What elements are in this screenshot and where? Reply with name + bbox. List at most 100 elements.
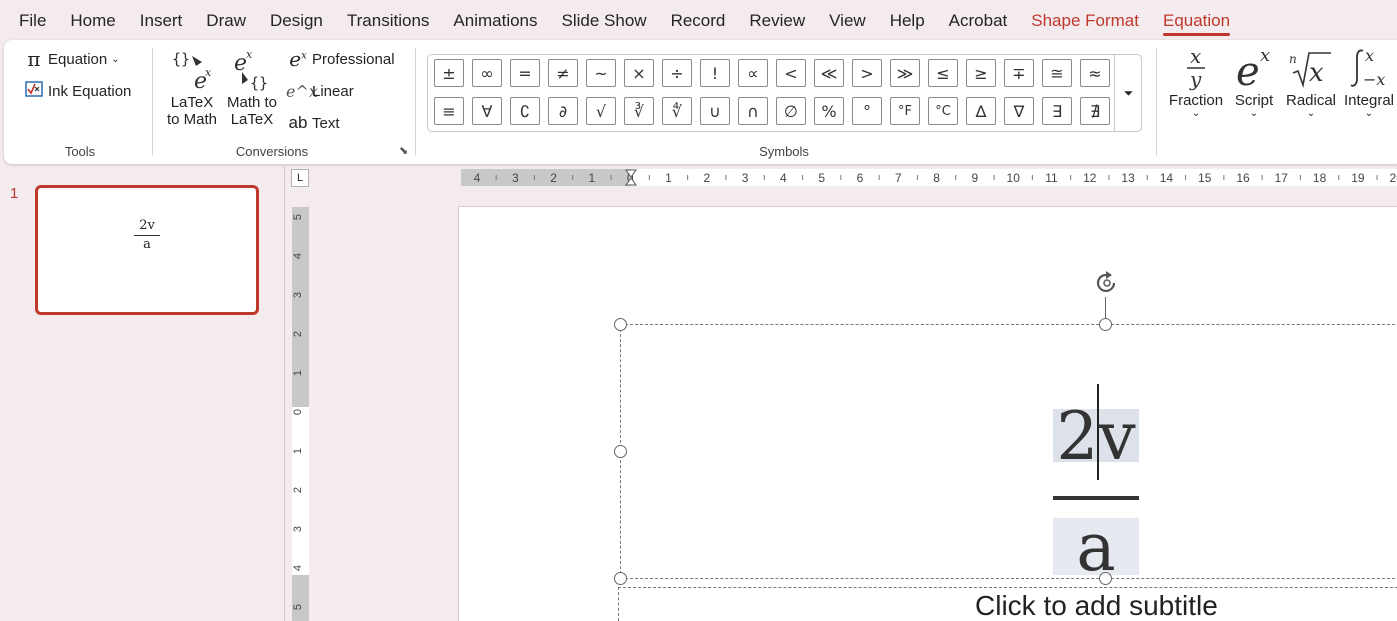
slide-thumbnail[interactable]: 2v a <box>35 185 259 315</box>
ink-equation-icon <box>22 79 46 103</box>
linear-button[interactable]: e^x Linear <box>286 78 354 104</box>
tab-shape-format[interactable]: Shape Format <box>1019 0 1151 42</box>
radical-label: Radical <box>1285 92 1337 109</box>
symbol-button[interactable]: ∩ <box>738 97 768 125</box>
math-to-latex-icon: e x {} <box>232 46 272 94</box>
fraction-button[interactable]: x y Fraction ⌄ <box>1166 44 1226 119</box>
symbol-button[interactable]: ~ <box>586 59 616 87</box>
group-divider <box>415 48 416 156</box>
symbol-button[interactable]: ∆ <box>966 97 996 125</box>
tab-acrobat[interactable]: Acrobat <box>937 0 1020 42</box>
symbol-button[interactable]: ∇ <box>1004 97 1034 125</box>
symbol-button[interactable]: ! <box>700 59 730 87</box>
symbol-button[interactable]: ÷ <box>662 59 692 87</box>
radical-icon: n x <box>1289 44 1333 92</box>
symbol-button[interactable]: ∄ <box>1080 97 1110 125</box>
symbol-button[interactable]: °F <box>890 97 920 125</box>
linear-icon: e^x <box>286 81 318 101</box>
tab-animations[interactable]: Animations <box>441 0 549 42</box>
subtitle-placeholder-text[interactable]: Click to add subtitle <box>975 590 1218 621</box>
vertical-ruler[interactable]: 5 4 3 2 1 0 1 2 3 4 5 <box>292 207 309 621</box>
ruler-label: 3 <box>512 171 519 185</box>
symbol-button[interactable]: × <box>624 59 654 87</box>
symbol-button[interactable]: % <box>814 97 844 125</box>
tab-help[interactable]: Help <box>878 0 937 42</box>
tab-view[interactable]: View <box>817 0 878 42</box>
resize-handle-top-left[interactable] <box>614 318 627 331</box>
symbol-button[interactable]: ≪ <box>814 59 844 87</box>
tab-equation[interactable]: Equation <box>1151 0 1242 42</box>
tab-record[interactable]: Record <box>659 0 738 42</box>
symbol-button[interactable]: ∁ <box>510 97 540 125</box>
horizontal-ruler-scale: 432101234567891011121314151617181920 <box>461 169 1397 186</box>
symbol-button[interactable]: ≅ <box>1042 59 1072 87</box>
symbol-button[interactable]: ≫ <box>890 59 920 87</box>
symbol-button[interactable]: ∞ <box>472 59 502 87</box>
equation-numerator[interactable]: 2v <box>1053 397 1139 477</box>
symbol-button[interactable]: °C <box>928 97 958 125</box>
symbol-button[interactable]: ∝ <box>738 59 768 87</box>
symbol-button[interactable]: = <box>510 59 540 87</box>
math-to-latex-button[interactable]: e x {} Math to LaTeX <box>224 46 280 128</box>
tab-draw[interactable]: Draw <box>194 0 258 42</box>
radical-button[interactable]: n x Radical ⌄ <box>1282 44 1340 119</box>
panel-divider[interactable] <box>284 166 285 621</box>
chevron-down-icon: ⌄ <box>1364 108 1374 119</box>
symbol-button[interactable]: ∅ <box>776 97 806 125</box>
symbol-button[interactable]: √ <box>586 97 616 125</box>
symbol-button[interactable]: ∂ <box>548 97 578 125</box>
svg-text:{}: {} <box>250 74 268 92</box>
dialog-launcher-icon[interactable]: ⬊ <box>399 144 408 157</box>
tab-file[interactable]: File <box>0 0 58 42</box>
resize-handle-top-center[interactable] <box>1099 318 1112 331</box>
svg-text:−x: −x <box>1363 70 1385 89</box>
tab-selector[interactable]: L <box>291 169 309 187</box>
symbol-button[interactable]: ≠ <box>548 59 578 87</box>
tab-transitions[interactable]: Transitions <box>335 0 442 42</box>
symbol-button[interactable]: ∓ <box>1004 59 1034 87</box>
symbol-button[interactable]: ∜ <box>662 97 692 125</box>
equation-denominator[interactable]: a <box>1053 508 1139 588</box>
equation-button[interactable]: π Equation ⌄ <box>22 46 119 72</box>
ruler-label: 4 <box>780 171 787 185</box>
svg-text:n: n <box>1289 52 1297 66</box>
group-divider <box>152 48 153 156</box>
symbol-button[interactable]: ± <box>434 59 464 87</box>
rotate-handle-icon[interactable] <box>1092 268 1122 298</box>
script-button[interactable]: e x Script ⌄ <box>1226 44 1282 119</box>
tab-slide-show[interactable]: Slide Show <box>550 0 659 42</box>
integral-button[interactable]: x −x Integral ⌄ <box>1338 44 1397 119</box>
symbol-button[interactable]: ≥ <box>966 59 996 87</box>
title-placeholder[interactable] <box>620 324 1397 579</box>
gallery-more-button[interactable]: ⏷ <box>1114 55 1142 131</box>
symbol-button[interactable]: ≤ <box>928 59 958 87</box>
ruler-label: 5 <box>292 214 304 220</box>
script-icon: e x <box>1234 44 1274 92</box>
resize-handle-bottom-center[interactable] <box>1099 572 1112 585</box>
tab-review[interactable]: Review <box>737 0 817 42</box>
horizontal-ruler[interactable]: 432101234567891011121314151617181920 <box>461 169 1397 186</box>
symbol-button[interactable]: ≡ <box>434 97 464 125</box>
group-divider <box>1156 48 1157 156</box>
resize-handle-middle-left[interactable] <box>614 445 627 458</box>
tab-home[interactable]: Home <box>58 0 127 42</box>
tab-design[interactable]: Design <box>258 0 335 42</box>
text-button[interactable]: ab Text <box>286 110 340 136</box>
latex-to-math-button[interactable]: {} e x LaTeX to Math <box>164 46 220 128</box>
professional-button[interactable]: ex Professional <box>286 46 394 72</box>
ink-equation-button[interactable]: Ink Equation <box>22 78 131 104</box>
resize-handle-bottom-left[interactable] <box>614 572 627 585</box>
symbol-button[interactable]: ∪ <box>700 97 730 125</box>
symbol-button[interactable]: ≈ <box>1080 59 1110 87</box>
fraction-icon: x y <box>1181 44 1211 92</box>
ruler-label: 1 <box>292 448 304 454</box>
latex-to-math-label-2: to Math <box>166 111 218 128</box>
symbol-button[interactable]: > <box>852 59 882 87</box>
symbol-button[interactable]: ∛ <box>624 97 654 125</box>
vertical-ruler-scale: 5 4 3 2 1 0 1 2 3 4 5 <box>292 207 309 621</box>
symbol-button[interactable]: < <box>776 59 806 87</box>
tab-insert[interactable]: Insert <box>128 0 195 42</box>
symbol-button[interactable]: ∃ <box>1042 97 1072 125</box>
symbol-button[interactable]: ° <box>852 97 882 125</box>
symbol-button[interactable]: ∀ <box>472 97 502 125</box>
